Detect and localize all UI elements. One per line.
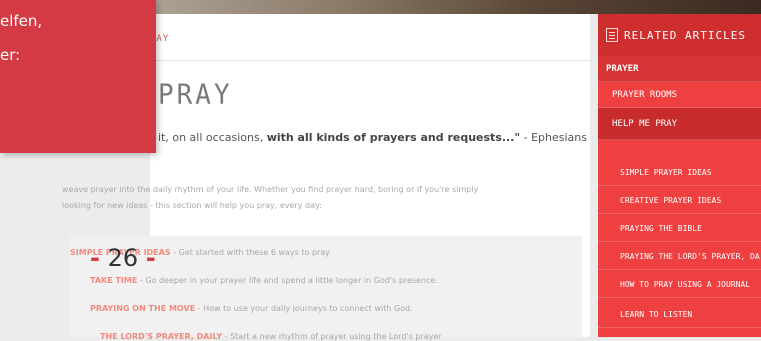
intro-line-2: looking for new ideas - this section wil… (62, 201, 322, 210)
document-icon (606, 28, 618, 42)
sidebar-item-journal[interactable]: HOW TO PRAY USING A JOURNAL (598, 272, 761, 298)
overlay-caption-box: elfen, er: (0, 0, 156, 153)
overlay-line-1: elfen, (0, 12, 43, 30)
sidebar-title: RELATED ARTICLES (624, 29, 746, 42)
sidebar-header: RELATED ARTICLES (598, 14, 761, 56)
breadcrumb-bar: RAY (150, 14, 590, 61)
sidebar-item-simple-prayer-ideas[interactable]: SIMPLE PRAYER IDEAS (598, 160, 761, 186)
sidebar-item-lords-prayer[interactable]: PRAYING THE LORD'S PRAYER, DA (598, 244, 761, 270)
intro-text: weave prayer into the daily rhythm of yo… (62, 182, 582, 214)
list-item[interactable]: TAKE TIME - Go deeper in your prayer lif… (90, 276, 438, 285)
sidebar-item-praying-the-bible[interactable]: PRAYING THE BIBLE (598, 216, 761, 242)
quote-bold: with all kinds of prayers and requests..… (266, 131, 521, 144)
sidebar-item-prayer-rooms[interactable]: PRAYER ROOMS (598, 82, 761, 108)
list-item-title[interactable]: PRAYING ON THE MOVE (90, 304, 195, 313)
quote-suffix: - Ephesians (520, 131, 588, 144)
intro-line-1: weave prayer into the daily rhythm of yo… (62, 185, 479, 194)
page-dash-right: - (145, 244, 156, 272)
page-number: - 26 - (90, 244, 156, 272)
page-dash-left: - (90, 244, 100, 272)
list-item[interactable]: PRAYING ON THE MOVE - How to use your da… (90, 304, 413, 313)
main-content: RAY PRAY it, on all occasions, with all … (62, 14, 590, 341)
list-item-desc: How to use your daily journeys to connec… (203, 304, 413, 313)
overlay-line-2: er: (0, 46, 21, 64)
quote-prefix: it, on all occasions, (158, 131, 267, 144)
related-articles-sidebar: RELATED ARTICLES PRAYER PRAYER ROOMS HEL… (598, 14, 761, 337)
sidebar-item-prayer[interactable]: PRAYER (598, 56, 761, 82)
page-number-value: 26 (107, 244, 139, 272)
scripture-quote: it, on all occasions, with all kinds of … (158, 131, 588, 144)
sidebar-item-help-me-pray[interactable]: HELP ME PRAY (598, 108, 761, 140)
list-item-title[interactable]: TAKE TIME (90, 276, 137, 285)
sidebar-item-learn-to-listen[interactable]: LEARN TO LISTEN (598, 302, 761, 328)
list-item-desc: Get started with these 6 ways to pray (178, 248, 330, 257)
page-title: PRAY (158, 79, 233, 111)
sidebar-item-creative-prayer-ideas[interactable]: CREATIVE PRAYER IDEAS (598, 188, 761, 214)
list-item-desc: Go deeper in your prayer life and spend … (145, 276, 438, 285)
